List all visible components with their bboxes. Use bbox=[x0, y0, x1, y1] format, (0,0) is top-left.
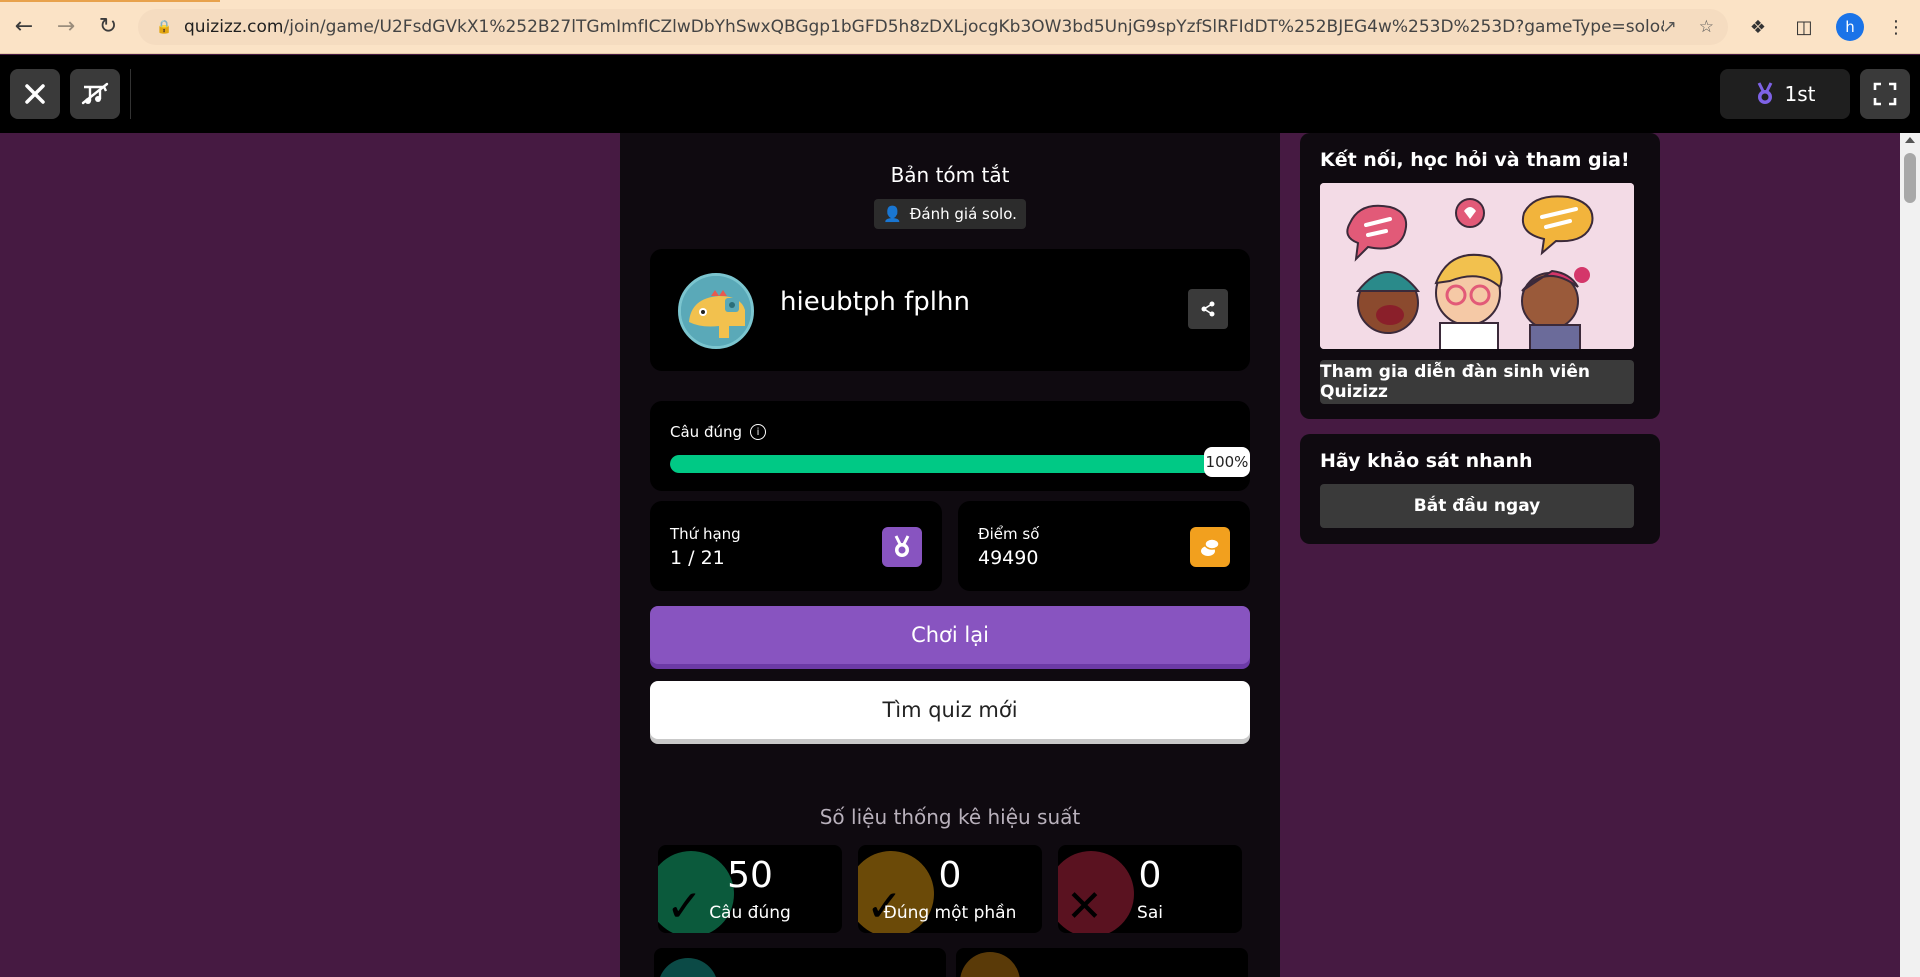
survey-card: Hãy khảo sát nhanh Bắt đầu ngay bbox=[1300, 434, 1660, 544]
close-game-button[interactable] bbox=[10, 69, 60, 119]
accuracy-progress-fill bbox=[670, 455, 1230, 473]
profile-avatar[interactable]: h bbox=[1836, 13, 1864, 41]
url-host: quizizz.com bbox=[184, 17, 284, 37]
avatar bbox=[678, 273, 754, 349]
page-scrollbar[interactable] bbox=[1900, 133, 1920, 977]
extensions-icon[interactable]: ❖ bbox=[1744, 13, 1772, 41]
loading-bar bbox=[0, 0, 220, 2]
score-label: Điểm số bbox=[978, 525, 1040, 543]
medal-icon bbox=[1757, 82, 1772, 104]
incorrect-stat-card: ✕ 0 Sai bbox=[1058, 845, 1242, 933]
summary-panel: Bản tóm tắt 👤 Đánh giá solo. hieubtph fp… bbox=[620, 133, 1280, 977]
music-toggle-button[interactable] bbox=[70, 69, 120, 119]
info-icon[interactable]: i bbox=[750, 424, 766, 440]
rank-value: 1 / 21 bbox=[670, 547, 725, 569]
fullscreen-icon bbox=[1873, 82, 1897, 106]
scroll-up-arrow-icon[interactable] bbox=[1905, 137, 1915, 143]
topbar-divider bbox=[130, 69, 131, 119]
accuracy-progress-bar bbox=[670, 455, 1230, 473]
score-value: 49490 bbox=[978, 547, 1039, 569]
share-button[interactable] bbox=[1188, 289, 1228, 329]
url-text[interactable]: quizizz.com/join/game/U2FsdGVkX1%252B27l… bbox=[184, 17, 1664, 37]
url-path: /join/game/U2FsdGVkX1%252B27lTGmImfICZlw… bbox=[283, 17, 1665, 37]
user-icon: 👤 bbox=[883, 205, 902, 223]
performance-title: Số liệu thống kê hiệu suất bbox=[819, 805, 1081, 829]
partial-label: Đúng một phần bbox=[883, 903, 1017, 923]
time-stat-card bbox=[956, 948, 1248, 977]
time-blob bbox=[960, 952, 1020, 977]
accuracy-label: Câu đúng bbox=[670, 423, 742, 441]
rank-text: 1st bbox=[1784, 82, 1816, 106]
bookmark-star-icon[interactable]: ☆ bbox=[1699, 17, 1714, 37]
partial-stat-card: ✓ 0 Đúng một phần bbox=[858, 845, 1042, 933]
correct-stat-card: ✓ 50 Câu đúng bbox=[658, 845, 842, 933]
correct-label: Câu đúng bbox=[709, 903, 791, 923]
player-name: hieubtph fplhn bbox=[780, 287, 970, 317]
accuracy-percent-badge: 100% bbox=[1204, 447, 1250, 477]
mode-chip-label: Đánh giá solo. bbox=[909, 205, 1017, 223]
start-survey-button[interactable]: Bắt đầu ngay bbox=[1320, 484, 1634, 528]
fullscreen-button[interactable] bbox=[1860, 69, 1910, 119]
lock-icon: 🔒 bbox=[156, 19, 173, 35]
incorrect-label: Sai bbox=[1137, 903, 1163, 923]
incorrect-count: 0 bbox=[1138, 855, 1162, 896]
streak-blob bbox=[658, 958, 718, 977]
rank-stat-card: Thứ hạng 1 / 21 bbox=[650, 501, 942, 591]
player-card: hieubtph fplhn bbox=[650, 249, 1250, 371]
medal-icon bbox=[882, 527, 922, 567]
browser-toolbar: ← → ↻ 🔒 quizizz.com/join/game/U2FsdGVkX1… bbox=[0, 0, 1920, 54]
community-title: Kết nối, học hỏi và tham gia! bbox=[1320, 149, 1630, 171]
back-icon[interactable]: ← bbox=[6, 9, 42, 45]
chameleon-avatar-icon bbox=[681, 276, 751, 346]
rank-label: Thứ hạng bbox=[670, 525, 741, 543]
share-page-icon[interactable]: ↗ bbox=[1663, 17, 1677, 37]
partial-count: 0 bbox=[938, 855, 962, 896]
game-topbar: 1st bbox=[0, 55, 1920, 133]
correct-count: 50 bbox=[727, 855, 773, 896]
survey-title: Hãy khảo sát nhanh bbox=[1320, 450, 1533, 472]
accuracy-card: Câu đúng i 100% bbox=[650, 401, 1250, 491]
address-bar[interactable]: 🔒 quizizz.com/join/game/U2FsdGVkX1%252B2… bbox=[138, 9, 1728, 45]
rank-indicator: 1st bbox=[1720, 69, 1850, 119]
forward-icon[interactable]: → bbox=[48, 9, 84, 45]
mode-chip: 👤 Đánh giá solo. bbox=[874, 199, 1026, 229]
accuracy-label-row: Câu đúng i bbox=[670, 423, 766, 441]
join-forum-button[interactable]: Tham gia diễn đàn sinh viên Quizizz bbox=[1320, 360, 1634, 404]
students-illustration bbox=[1320, 183, 1634, 349]
music-off-icon bbox=[81, 82, 109, 105]
share-icon bbox=[1201, 301, 1215, 317]
find-new-quiz-button[interactable]: Tìm quiz mới bbox=[650, 681, 1250, 739]
streak-stat-card bbox=[654, 948, 946, 977]
replay-button[interactable]: Chơi lại bbox=[650, 606, 1250, 664]
side-panel-icon[interactable]: ◫ bbox=[1790, 13, 1818, 41]
score-stat-card: Điểm số 49490 bbox=[958, 501, 1250, 591]
community-card: Kết nối, học hỏi và tham gia! Tham gia d… bbox=[1300, 133, 1660, 419]
coins-icon bbox=[1190, 527, 1230, 567]
scroll-thumb[interactable] bbox=[1904, 153, 1916, 203]
close-icon bbox=[25, 84, 45, 104]
menu-kebab-icon[interactable]: ⋮ bbox=[1882, 13, 1910, 41]
summary-title: Bản tóm tắt bbox=[890, 163, 1010, 187]
reload-icon[interactable]: ↻ bbox=[90, 9, 126, 45]
